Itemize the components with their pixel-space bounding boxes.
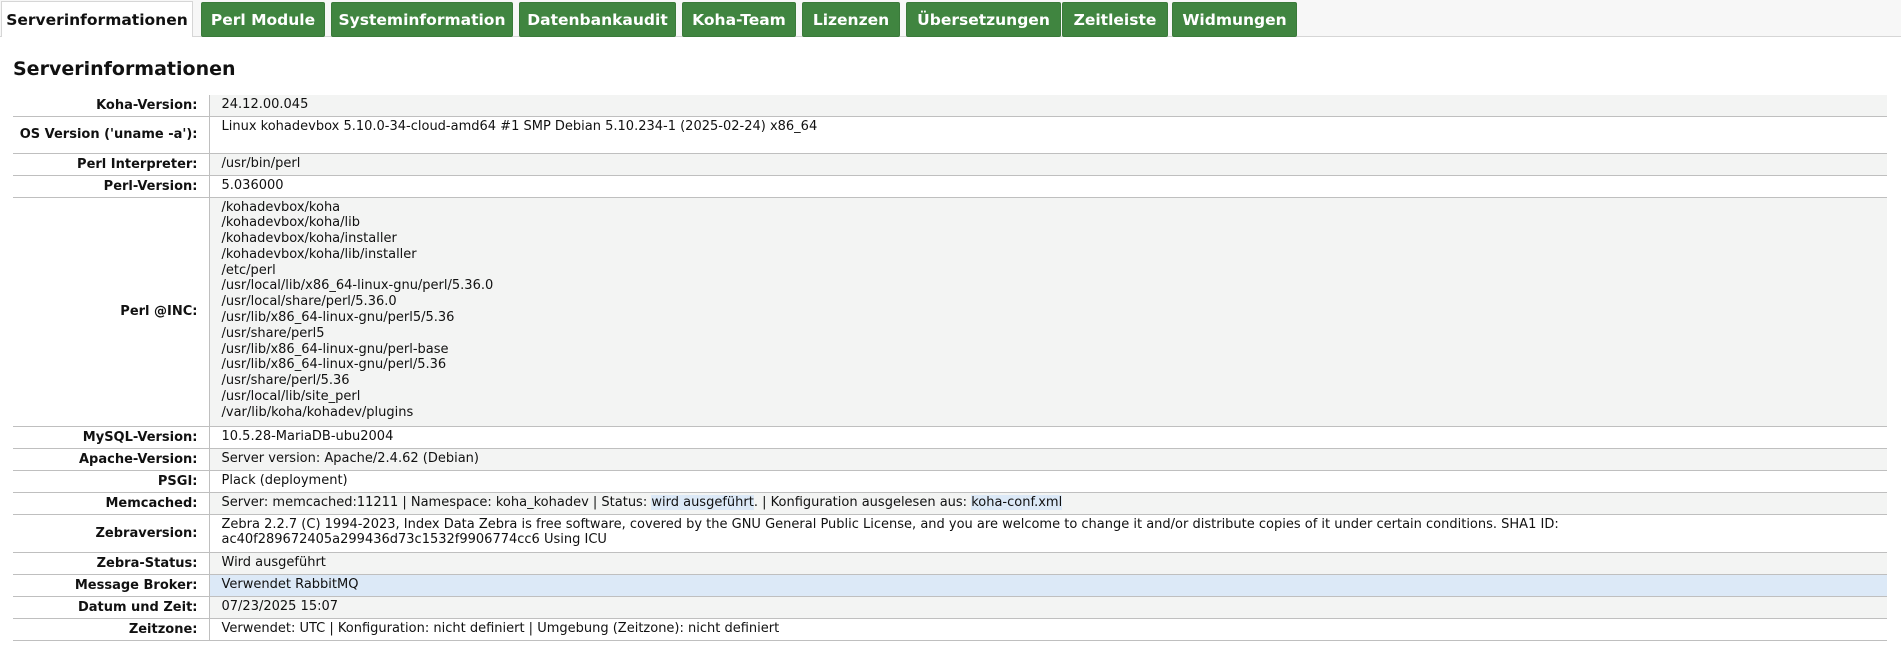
tab-systeminformation[interactable]: Systeminformation bbox=[331, 2, 513, 37]
row-value: 5.036000 bbox=[209, 175, 1887, 198]
inc-path: /usr/lib/x86_64-linux-gnu/perl-base bbox=[221, 341, 449, 357]
table-row: MySQL-Version: 10.5.28-MariaDB-ubu2004 bbox=[13, 426, 1887, 449]
table-row: Koha-Version: 24.12.00.045 bbox=[13, 95, 1887, 117]
row-value: 10.5.28-MariaDB-ubu2004 bbox=[209, 426, 1887, 449]
inc-path: /kohadevbox/koha/lib bbox=[221, 215, 361, 231]
table-row: Perl @INC: /kohadevbox/koha /kohadevbox/… bbox=[13, 197, 1887, 427]
row-label: Apache-Version: bbox=[13, 448, 210, 471]
memcached-status: wird ausgeführt bbox=[651, 494, 754, 510]
inc-path: /kohadevbox/koha/lib/installer bbox=[221, 246, 417, 262]
memcached-value: Server: memcached:11211 | Namespace: koh… bbox=[209, 492, 1887, 515]
memcached-config-file: koha-conf.xml bbox=[971, 494, 1063, 510]
inc-path: /usr/local/share/perl/5.36.0 bbox=[221, 294, 397, 310]
row-label: Perl Interpreter: bbox=[13, 153, 210, 176]
memcached-middle: . | Konfiguration ausgelesen aus: bbox=[753, 494, 972, 510]
row-label: Zebraversion: bbox=[13, 514, 210, 553]
row-label: Datum und Zeit: bbox=[13, 596, 210, 619]
table-row: Apache-Version: Server version: Apache/2… bbox=[13, 448, 1887, 471]
page-title: Serverinformationen bbox=[13, 58, 236, 80]
row-value: Zebra 2.2.7 (C) 1994-2023, Index Data Ze… bbox=[209, 514, 1887, 553]
table-row: Message Broker: Verwendet RabbitMQ bbox=[13, 574, 1887, 597]
inc-path: /usr/local/lib/site_perl bbox=[221, 389, 361, 405]
table-row: Memcached: Server: memcached:11211 | Nam… bbox=[13, 492, 1887, 515]
row-value: Linux kohadevbox 5.10.0-34-cloud-amd64 #… bbox=[209, 116, 1887, 154]
row-label: Message Broker: bbox=[13, 574, 210, 597]
tab-widmungen[interactable]: Widmungen bbox=[1172, 2, 1297, 37]
row-value: Verwendet: UTC | Konfiguration: nicht de… bbox=[209, 618, 1887, 641]
table-row: Perl-Version: 5.036000 bbox=[13, 175, 1887, 198]
row-label: Zeitzone: bbox=[13, 618, 210, 641]
row-label: MySQL-Version: bbox=[13, 426, 210, 449]
table-row: PSGI: Plack (deployment) bbox=[13, 470, 1887, 493]
tab-uebersetzungen[interactable]: Übersetzungen bbox=[906, 2, 1061, 37]
table-row: Perl Interpreter: /usr/bin/perl bbox=[13, 153, 1887, 176]
tab-koha-team[interactable]: Koha-Team bbox=[682, 2, 796, 37]
perl-inc-list: /kohadevbox/koha /kohadevbox/koha/lib /k… bbox=[209, 197, 1887, 427]
tab-datenbankaudit[interactable]: Datenbankaudit bbox=[519, 2, 676, 37]
tab-perl-module[interactable]: Perl Module bbox=[201, 2, 325, 37]
row-value: Verwendet RabbitMQ bbox=[209, 574, 1887, 597]
row-label: Zebra-Status: bbox=[13, 552, 210, 575]
inc-path: /kohadevbox/koha bbox=[221, 199, 341, 215]
table-row: Zebra-Status: Wird ausgeführt bbox=[13, 552, 1887, 575]
inc-path: /usr/lib/x86_64-linux-gnu/perl/5.36 bbox=[221, 357, 447, 373]
row-value: Wird ausgeführt bbox=[209, 552, 1887, 575]
table-row: Zeitzone: Verwendet: UTC | Konfiguration… bbox=[13, 618, 1887, 641]
row-label: Perl-Version: bbox=[13, 175, 210, 198]
table-row: OS Version ('uname -a'): Linux kohadevbo… bbox=[13, 116, 1887, 154]
row-label: PSGI: bbox=[13, 470, 210, 493]
inc-path: /usr/share/perl/5.36 bbox=[221, 373, 350, 389]
inc-path: /usr/local/lib/x86_64-linux-gnu/perl/5.3… bbox=[221, 278, 494, 294]
row-value: 24.12.00.045 bbox=[209, 95, 1887, 117]
inc-path: /etc/perl bbox=[221, 262, 276, 278]
row-label: Koha-Version: bbox=[13, 95, 210, 117]
row-value: Server version: Apache/2.4.62 (Debian) bbox=[209, 448, 1887, 471]
row-label: Perl @INC: bbox=[13, 197, 210, 427]
row-value: 07/23/2025 15:07 bbox=[209, 596, 1887, 619]
inc-path: /usr/lib/x86_64-linux-gnu/perl5/5.36 bbox=[221, 310, 455, 326]
server-info-table: Koha-Version: 24.12.00.045 OS Version ('… bbox=[13, 95, 1887, 641]
inc-path: /kohadevbox/koha/installer bbox=[221, 231, 397, 247]
table-row: Datum und Zeit: 07/23/2025 15:07 bbox=[13, 596, 1887, 619]
inc-path: /var/lib/koha/kohadev/plugins bbox=[221, 404, 414, 420]
row-label: OS Version ('uname -a'): bbox=[13, 116, 210, 154]
tab-lizenzen[interactable]: Lizenzen bbox=[802, 2, 900, 37]
inc-path: /usr/share/perl5 bbox=[221, 325, 325, 341]
tab-zeitleiste[interactable]: Zeitleiste bbox=[1062, 2, 1168, 37]
tab-bar: Serverinformationen Perl Module Systemin… bbox=[0, 0, 1901, 37]
memcached-prefix: Server: memcached:11211 | Namespace: koh… bbox=[221, 494, 652, 510]
row-value: Plack (deployment) bbox=[209, 470, 1887, 493]
table-row: Zebraversion: Zebra 2.2.7 (C) 1994-2023,… bbox=[13, 514, 1887, 553]
tab-serverinformationen[interactable]: Serverinformationen bbox=[1, 1, 193, 37]
row-value: /usr/bin/perl bbox=[209, 153, 1887, 176]
row-label: Memcached: bbox=[13, 492, 210, 515]
